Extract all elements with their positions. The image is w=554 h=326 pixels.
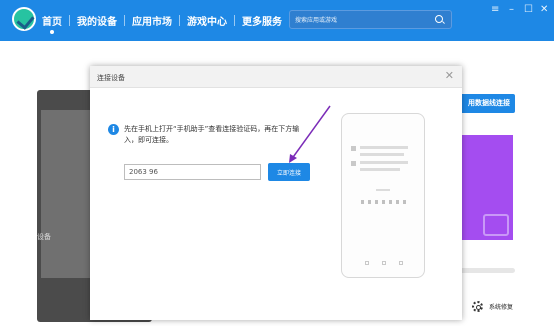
illustration-square (351, 146, 356, 151)
device-label: 设备 (37, 233, 51, 241)
illustration-recent-icon (399, 261, 403, 265)
illustration-home-icon (382, 261, 386, 265)
dialog-title: 连接设备 (97, 74, 125, 82)
illustration-code-digit (389, 200, 392, 204)
promo-illustration-icon (483, 214, 509, 236)
illustration-code-digit (382, 200, 385, 204)
system-repair-button[interactable]: 系统修复 (472, 301, 513, 312)
minimize-icon[interactable]: – (509, 4, 514, 15)
menu-icon[interactable]: ≡ (491, 4, 499, 15)
info-icon: i (108, 124, 119, 135)
search-input[interactable]: 搜索应用或游戏 (289, 10, 452, 29)
nav-item-my-devices[interactable]: 我的设备 (77, 13, 117, 28)
verification-code-input[interactable] (124, 164, 261, 180)
connect-now-button[interactable]: 立即连接 (268, 163, 310, 181)
nav-item-label: 更多服务 (242, 17, 282, 28)
search-placeholder: 搜索应用或游戏 (295, 17, 338, 24)
nav-item-label: 游戏中心 (187, 17, 227, 28)
search-icon[interactable] (435, 15, 443, 23)
instruction-text: 先在手机上打开“手机助手”查看连接验证码，再在下方输入，即可连接。 (124, 125, 300, 144)
main-nav: 首页 我的设备 应用市场 游戏中心 更多服务 (42, 13, 282, 34)
illustration-code-digit (396, 200, 399, 204)
dialog-header: 连接设备 ✕ (90, 66, 462, 88)
illustration-line (360, 153, 404, 156)
maximize-icon[interactable]: ☐ (524, 4, 533, 15)
system-repair-label: 系统修复 (489, 304, 514, 311)
phone-illustration (341, 113, 425, 278)
illustration-code-digit (368, 200, 371, 204)
nav-divider (124, 15, 125, 26)
nav-divider (179, 15, 180, 26)
nav-item-home[interactable]: 首页 (42, 13, 62, 34)
nav-item-app-market[interactable]: 应用市场 (132, 13, 172, 28)
close-window-icon[interactable]: ✕ (540, 4, 548, 15)
nav-divider (69, 15, 70, 26)
nav-divider (234, 15, 235, 26)
illustration-line (360, 168, 400, 171)
illustration-line (360, 161, 408, 164)
nav-item-game-center[interactable]: 游戏中心 (187, 13, 227, 28)
nav-item-label: 首页 (42, 17, 62, 28)
nav-item-more-services[interactable]: 更多服务 (242, 13, 282, 28)
illustration-code-digit (361, 200, 364, 204)
nav-item-label: 我的设备 (77, 17, 117, 28)
top-bar: 首页 我的设备 应用市场 游戏中心 更多服务 搜索应用或游戏 ≡ – ☐ ✕ (0, 0, 554, 41)
connect-device-dialog: 连接设备 ✕ i 先在手机上打开“手机助手”查看连接验证码，再在下方输入，即可连… (90, 66, 462, 320)
illustration-back-icon (365, 261, 369, 265)
gear-icon (472, 301, 483, 312)
illustration-code-digit (375, 200, 378, 204)
close-icon[interactable]: ✕ (445, 70, 454, 82)
app-logo-icon (12, 7, 36, 31)
illustration-code-digit (403, 200, 406, 204)
illustration-line (360, 146, 408, 149)
illustration-line (376, 189, 390, 191)
active-indicator-dot (50, 30, 54, 34)
illustration-square (351, 161, 356, 166)
nav-item-label: 应用市场 (132, 17, 172, 28)
